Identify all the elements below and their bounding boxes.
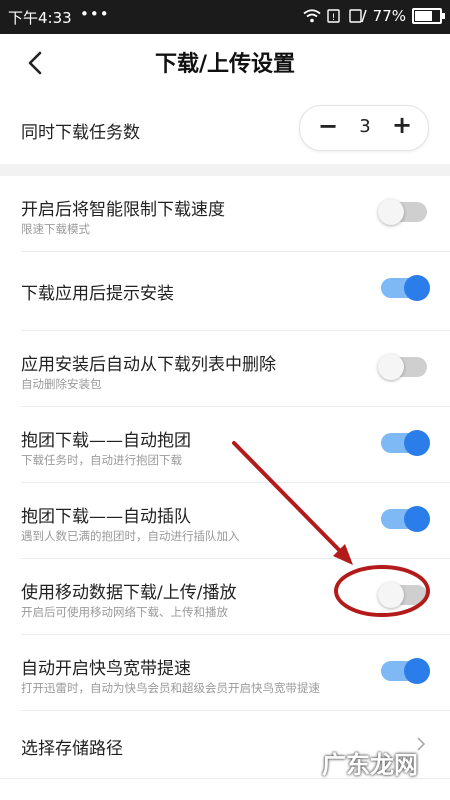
page-header: 下载/上传设置 [0, 34, 450, 94]
status-bar: 下午4:33 ••• ! 77% [0, 0, 450, 34]
auto-delete-toggle[interactable] [378, 354, 427, 380]
speed-limit-toggle[interactable] [378, 199, 427, 225]
setting-title: 使用移动数据下载/上传/播放 [21, 583, 237, 603]
setting-row-group-download: 抱团下载——自动抱团 下载任务时，自动进行抱团下载 [21, 407, 450, 483]
status-indicators: ! 77% [303, 7, 445, 25]
setting-title: 下载应用后提示安装 [21, 284, 174, 304]
group-download-toggle[interactable] [381, 430, 430, 456]
section-divider [0, 164, 450, 176]
concurrent-downloads-label: 同时下载任务数 [21, 123, 140, 143]
setting-subtitle: 自动删除安装包 [21, 377, 102, 391]
setting-subtitle: 打开迅雷时，自动为快鸟会员和超级会员开启快鸟宽带提速 [21, 681, 320, 695]
wifi-icon [303, 9, 321, 23]
install-prompt-toggle[interactable] [381, 275, 430, 301]
setting-row-install-prompt: 下载应用后提示安装 [21, 252, 450, 331]
mobile-data-toggle[interactable] [378, 582, 427, 608]
setting-row-group-join: 抱团下载——自动插队 遇到人数已满的抱团时，自动进行插队加入 [21, 483, 450, 559]
sim-card-icon [348, 9, 367, 23]
status-time: 下午4:33 [8, 9, 72, 27]
battery-percent: 77% [372, 7, 406, 25]
storage-path-label: 选择存储路径 [21, 739, 123, 759]
setting-title: 抱团下载——自动插队 [21, 507, 191, 527]
setting-subtitle: 开启后可使用移动网络下载、上传和播放 [21, 605, 228, 619]
setting-title: 开启后将智能限制下载速度 [21, 200, 225, 220]
svg-text:!: ! [331, 13, 335, 23]
setting-title: 应用安装后自动从下载列表中删除 [21, 355, 276, 375]
notification-dots-icon: ••• [80, 5, 110, 23]
setting-subtitle: 限速下载模式 [21, 222, 90, 236]
setting-subtitle: 遇到人数已满的抱团时，自动进行插队加入 [21, 529, 240, 543]
setting-row-speed-boost: 自动开启快鸟宽带提速 打开迅雷时，自动为快鸟会员和超级会员开启快鸟宽带提速 [21, 635, 450, 711]
setting-title: 自动开启快鸟宽带提速 [21, 659, 191, 679]
setting-title: 抱团下载——自动抱团 [21, 431, 191, 451]
setting-row-mobile-data: 使用移动数据下载/上传/播放 开启后可使用移动网络下载、上传和播放 [21, 559, 450, 635]
page-title: 下载/上传设置 [154, 52, 296, 77]
battery-icon [412, 8, 445, 24]
watermark-text: 广东龙网 [322, 751, 418, 779]
group-join-toggle[interactable] [381, 506, 430, 532]
concurrent-downloads-row: 同时下载任务数 − 3 + [0, 96, 450, 164]
setting-row-auto-delete: 应用安装后自动从下载列表中删除 自动删除安装包 [21, 331, 450, 407]
quantity-stepper: − 3 + [299, 105, 429, 151]
setting-row-speed-limit: 开启后将智能限制下载速度 限速下载模式 [21, 176, 450, 252]
increment-button[interactable]: + [392, 111, 412, 139]
decrement-button[interactable]: − [318, 112, 338, 140]
speed-boost-toggle[interactable] [381, 658, 430, 684]
settings-list: 开启后将智能限制下载速度 限速下载模式 下载应用后提示安装 应用安装后自动从下载… [0, 176, 450, 711]
setting-subtitle: 下载任务时，自动进行抱团下载 [21, 453, 182, 467]
sim-no-signal-icon: ! [326, 9, 340, 23]
stepper-value: 3 [359, 116, 371, 137]
